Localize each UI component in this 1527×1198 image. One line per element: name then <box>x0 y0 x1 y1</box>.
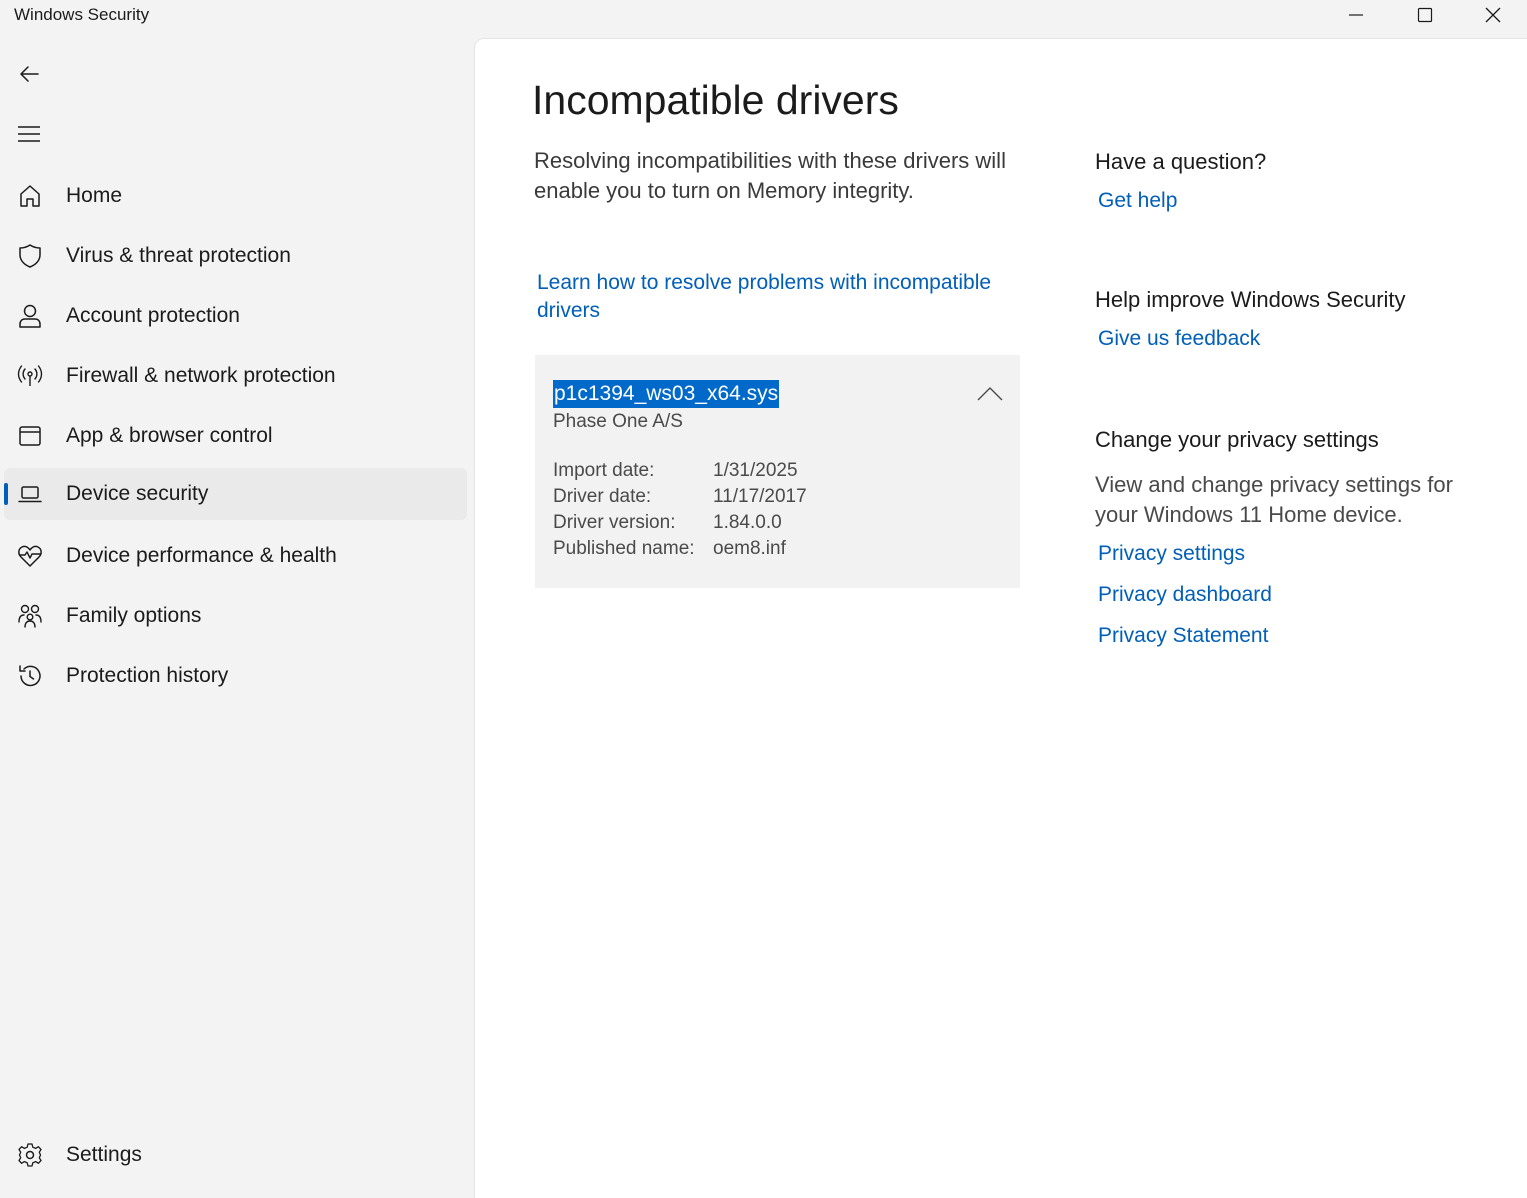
detail-row: Import date: 1/31/2025 <box>553 460 807 486</box>
feedback-link[interactable]: Give us feedback <box>1098 327 1260 351</box>
nav-item-label: Protection history <box>66 664 229 687</box>
nav-item-label: Device performance & health <box>66 544 337 567</box>
nav-item-label: Home <box>66 184 123 207</box>
nav-item-app-browser-control[interactable]: App & browser control <box>4 410 467 462</box>
nav-item-protection-history[interactable]: Protection history <box>4 650 467 702</box>
heart-pulse-icon <box>16 542 44 570</box>
chevron-up-icon <box>977 387 1003 401</box>
maximize-icon <box>1417 7 1433 23</box>
navigation-sidebar: Home Virus & threat protection Account p… <box>0 30 474 1185</box>
improve-heading: Help improve Windows Security <box>1095 287 1406 312</box>
back-button[interactable] <box>6 54 52 94</box>
nav-item-label: Virus & threat protection <box>66 244 291 267</box>
title-bar: Windows Security <box>0 0 1527 30</box>
gear-icon <box>16 1141 44 1169</box>
hamburger-menu-icon <box>18 126 40 142</box>
privacy-section: Change your privacy settings View and ch… <box>1095 427 1515 648</box>
detail-row: Published name: oem8.inf <box>553 538 807 564</box>
nav-item-label: Settings <box>66 1143 142 1166</box>
driver-name: p1c1394_ws03_x64.sys <box>553 380 780 408</box>
menu-button[interactable] <box>6 114 52 154</box>
nav-item-label: Family options <box>66 604 202 627</box>
detail-value: 1.84.0.0 <box>713 512 782 533</box>
nav-item-virus-threat-protection[interactable]: Virus & threat protection <box>4 230 467 282</box>
privacy-heading: Change your privacy settings <box>1095 427 1379 452</box>
detail-key: Driver version: <box>553 512 676 533</box>
nav-item-settings[interactable]: Settings <box>4 1129 467 1181</box>
driver-vendor: Phase One A/S <box>553 411 683 432</box>
learn-resolve-link[interactable]: Learn how to resolve problems with incom… <box>537 269 1017 325</box>
antenna-icon <box>16 362 44 390</box>
question-heading: Have a question? <box>1095 149 1267 174</box>
improve-section: Help improve Windows Security Give us fe… <box>1095 287 1515 351</box>
nav-item-label: Device security <box>66 482 209 505</box>
selected-indicator <box>4 483 8 505</box>
detail-value: oem8.inf <box>713 538 786 559</box>
person-icon <box>16 302 44 330</box>
privacy-statement-link[interactable]: Privacy Statement <box>1098 624 1268 648</box>
back-arrow-icon <box>20 66 39 82</box>
nav-item-account-protection[interactable]: Account protection <box>4 290 467 342</box>
family-icon <box>16 602 44 630</box>
driver-details: Import date: 1/31/2025 Driver date: 11/1… <box>553 460 807 564</box>
nav-item-label: Firewall & network protection <box>66 364 336 387</box>
question-section: Have a question? Get help <box>1095 149 1515 213</box>
home-icon <box>16 182 44 210</box>
page-description: Resolving incompatibilities with these d… <box>534 148 1006 203</box>
nav-item-device-performance-health[interactable]: Device performance & health <box>4 530 467 582</box>
detail-key: Published name: <box>553 538 695 559</box>
related-links-column: Have a question? Get help Help improve W… <box>1095 149 1515 648</box>
maximize-button[interactable] <box>1391 0 1459 30</box>
content-panel: Incompatible drivers Resolving incompati… <box>474 38 1527 1198</box>
nav-item-family-options[interactable]: Family options <box>4 590 467 642</box>
get-help-link[interactable]: Get help <box>1098 189 1177 213</box>
minimize-button[interactable] <box>1322 0 1390 30</box>
nav-item-home[interactable]: Home <box>4 170 467 222</box>
nav-item-device-security[interactable]: Device security <box>4 468 467 520</box>
collapse-button[interactable] <box>974 381 1006 407</box>
shield-icon <box>16 242 44 270</box>
detail-value: 1/31/2025 <box>713 460 798 481</box>
window-title: Windows Security <box>14 5 150 24</box>
laptop-icon <box>16 480 44 508</box>
app-window-icon <box>16 422 44 450</box>
history-icon <box>16 662 44 690</box>
close-icon <box>1485 7 1501 23</box>
detail-key: Import date: <box>553 460 655 481</box>
detail-value: 11/17/2017 <box>713 486 807 507</box>
driver-card[interactable]: p1c1394_ws03_x64.sys Phase One A/S Impor… <box>535 355 1020 588</box>
nav-item-firewall-network-protection[interactable]: Firewall & network protection <box>4 350 467 402</box>
close-button[interactable] <box>1459 0 1527 30</box>
nav-item-label: Account protection <box>66 304 240 327</box>
privacy-dashboard-link[interactable]: Privacy dashboard <box>1098 583 1272 607</box>
detail-row: Driver version: 1.84.0.0 <box>553 512 807 538</box>
nav-item-label: App & browser control <box>66 424 273 447</box>
detail-key: Driver date: <box>553 486 652 507</box>
privacy-description: View and change privacy settings for you… <box>1095 472 1453 527</box>
detail-row: Driver date: 11/17/2017 <box>553 486 807 512</box>
page-title: Incompatible drivers <box>532 77 899 123</box>
privacy-settings-link[interactable]: Privacy settings <box>1098 542 1245 566</box>
minimize-icon <box>1349 14 1363 16</box>
